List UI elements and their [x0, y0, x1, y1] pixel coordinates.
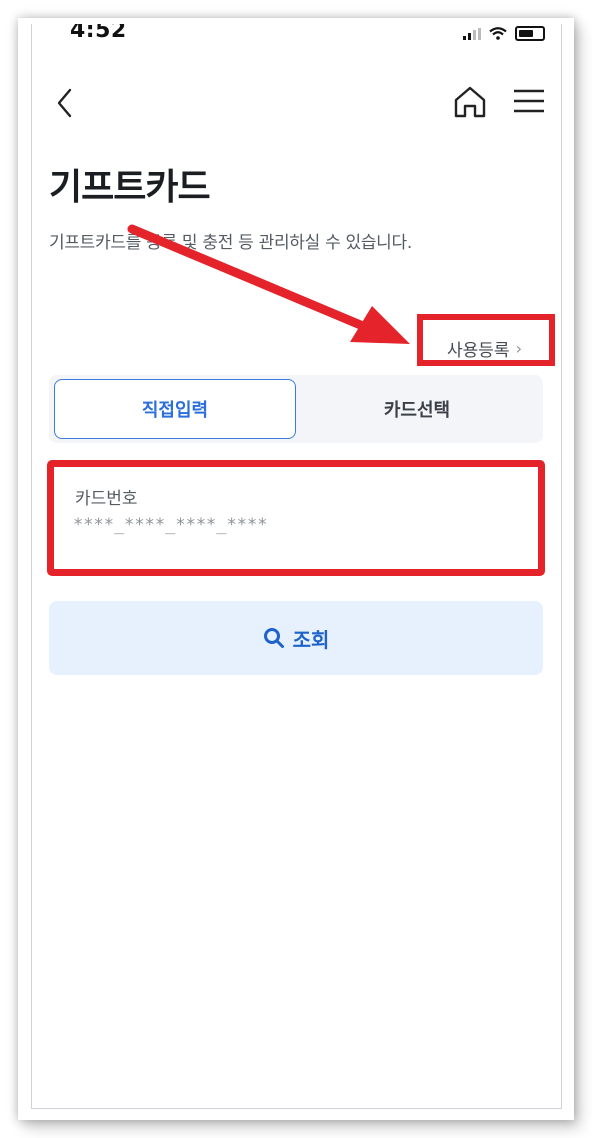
- search-button[interactable]: 조회: [49, 601, 543, 675]
- highlight-box-register: [417, 314, 555, 366]
- tab-direct-input[interactable]: 직접입력: [54, 379, 296, 439]
- hamburger-menu-icon: [514, 89, 544, 113]
- menu-button[interactable]: [511, 86, 547, 116]
- input-mode-tabs: 직접입력 카드선택: [49, 375, 543, 443]
- phone-screen: 4:52 기프트카드 기프트카드를 등록 및 충전 등 관리하실 수 있습니다.…: [31, 24, 562, 1109]
- home-icon: [454, 86, 486, 118]
- tab-card-select[interactable]: 카드선택: [296, 379, 538, 439]
- status-time: 4:52: [70, 24, 127, 43]
- chevron-left-icon: [57, 88, 72, 118]
- signal-icon: [463, 27, 481, 40]
- search-button-label: 조회: [292, 627, 330, 652]
- search-icon: [263, 628, 284, 648]
- page-description: 기프트카드를 등록 및 충전 등 관리하실 수 있습니다.: [49, 233, 412, 253]
- status-bar: 4:52: [32, 24, 561, 44]
- status-icons: [463, 26, 545, 41]
- home-button[interactable]: [451, 84, 489, 120]
- back-button[interactable]: [52, 86, 78, 120]
- page-title: 기프트카드: [49, 167, 211, 208]
- highlight-box-card-field: [47, 460, 545, 576]
- wifi-icon: [489, 27, 507, 40]
- battery-icon: [515, 26, 545, 41]
